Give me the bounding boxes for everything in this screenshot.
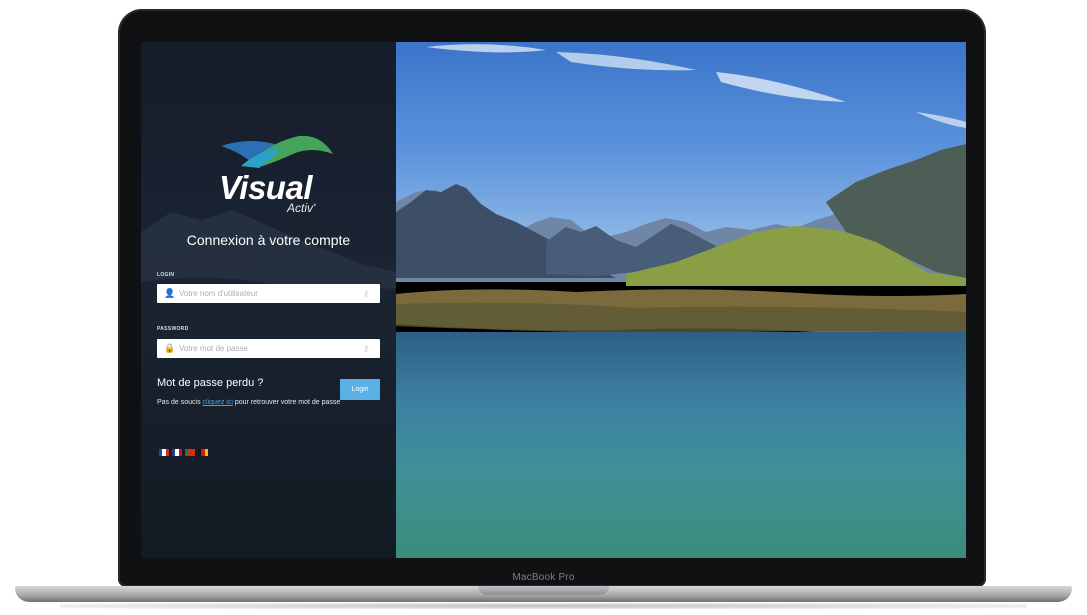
password-label: PASSWORD <box>157 326 189 332</box>
photo-water <box>396 332 966 558</box>
lock-icon: 🔒 <box>164 343 176 353</box>
forgot-text-after: pour retrouver votre mot de passe <box>234 399 341 406</box>
key-icon: ⚷ <box>363 289 369 298</box>
laptop-shadow <box>60 603 1027 609</box>
pt-flag-icon[interactable] <box>185 449 195 456</box>
password-input[interactable] <box>177 344 359 353</box>
laptop-notch <box>478 586 609 595</box>
username-input[interactable] <box>177 289 359 298</box>
login-panel: Visual Activ' Connexion à votre compte L… <box>141 42 396 558</box>
key-icon: ⚷ <box>363 344 369 353</box>
user-icon: 👤 <box>164 288 176 298</box>
us-flag-icon[interactable] <box>172 449 182 456</box>
login-heading: Connexion à votre compte <box>186 232 351 248</box>
username-field[interactable]: 👤 ⚷ <box>157 284 380 303</box>
language-selector <box>159 449 208 456</box>
forgot-text-before: Pas de soucis <box>157 399 201 406</box>
forgot-password-link[interactable]: cliquez ici <box>203 399 233 406</box>
fr-flag-icon[interactable] <box>159 449 169 456</box>
password-field[interactable]: 🔒 ⚷ <box>157 339 380 358</box>
username-label: LOGIN <box>157 272 175 278</box>
de-flag-icon[interactable] <box>198 449 208 456</box>
background-photo <box>396 42 966 558</box>
forgot-password-text: Pas de soucis cliquez ici pour retrouver… <box>157 398 342 407</box>
forgot-password-title: Mot de passe perdu ? <box>157 377 264 389</box>
device-label: MacBook Pro <box>512 572 575 583</box>
laptop-screen: Visual Activ' Connexion à votre compte L… <box>141 42 966 558</box>
login-button[interactable]: Login <box>340 379 380 400</box>
logo-subtitle: Activ' <box>287 201 316 215</box>
